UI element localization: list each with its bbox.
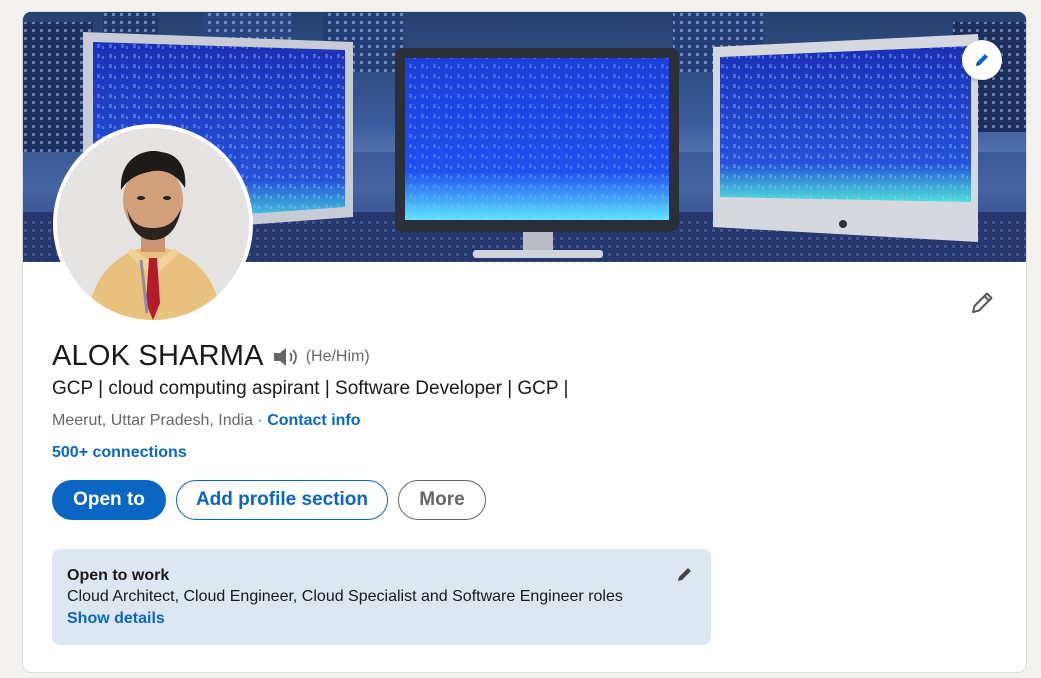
- pencil-icon: [968, 288, 996, 316]
- edit-intro-button[interactable]: [968, 288, 996, 316]
- location-text: Meerut, Uttar Pradesh, India: [52, 412, 253, 429]
- profile-top-card: ALOK SHARMA (He/Him) GCP | cloud computi…: [22, 11, 1027, 673]
- edit-open-to-work-button[interactable]: [675, 564, 695, 584]
- add-profile-section-button[interactable]: Add profile section: [176, 480, 388, 520]
- open-to-work-title: Open to work: [67, 567, 170, 584]
- show-details-link[interactable]: Show details: [67, 610, 165, 628]
- more-button[interactable]: More: [398, 480, 486, 520]
- profile-headline: GCP | cloud computing aspirant | Softwar…: [52, 378, 569, 399]
- separator: ·: [252, 412, 268, 429]
- pencil-icon: [973, 51, 991, 69]
- contact-info-link[interactable]: Contact info: [267, 412, 360, 429]
- open-to-work-roles: Cloud Architect, Cloud Engineer, Cloud S…: [67, 588, 623, 605]
- open-to-button[interactable]: Open to: [52, 480, 166, 520]
- pronouns: (He/Him): [305, 347, 370, 365]
- open-to-work-card: Open to work Cloud Architect, Cloud Engi…: [52, 549, 711, 645]
- profile-name: ALOK SHARMA: [52, 340, 264, 372]
- profile-actions: Open to Add profile section More: [52, 480, 486, 520]
- speaker-icon[interactable]: [272, 345, 300, 369]
- name-row: ALOK SHARMA (He/Him): [52, 340, 370, 373]
- connections-link[interactable]: 500+ connections: [52, 444, 187, 462]
- edit-cover-button[interactable]: [962, 40, 1002, 80]
- profile-photo[interactable]: [53, 124, 253, 324]
- pencil-icon: [675, 564, 695, 584]
- location-row: Meerut, Uttar Pradesh, India · Contact i…: [52, 412, 361, 430]
